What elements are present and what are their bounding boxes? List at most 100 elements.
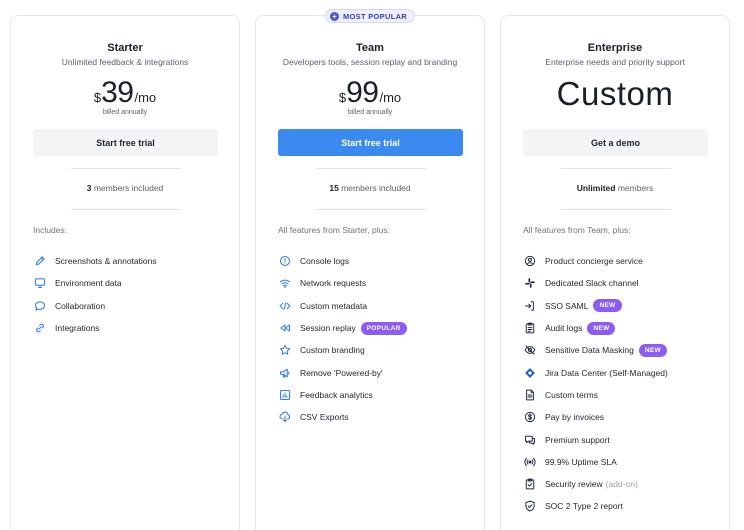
shield-check-icon — [523, 500, 536, 513]
plan-description: Developers tools, session replay and bra… — [282, 57, 458, 67]
pencil-icon — [33, 255, 46, 268]
feature-label: Remove 'Powered-by' — [300, 367, 383, 378]
addon-note: (add-on) — [605, 479, 638, 490]
includes-label: All features from Starter, plus: — [278, 225, 390, 235]
megaphone-icon — [278, 366, 291, 379]
feature-item: Integrations — [33, 317, 231, 339]
plan-price: $ 99 /mo — [256, 76, 484, 110]
price-amount: 39 — [101, 76, 134, 109]
feature-item: 99.9% Uptime SLA — [523, 451, 721, 473]
cloud-download-icon — [278, 411, 291, 424]
feature-item: Network requests — [278, 272, 476, 294]
feature-item: Product concierge service — [523, 250, 721, 272]
dollar-circle-icon — [523, 411, 536, 424]
feature-item: Sensitive Data Masking NEW — [523, 339, 721, 361]
feature-label: Jira Data Center (Self-Managed) — [545, 367, 668, 378]
includes-label: Includes: — [33, 225, 68, 235]
divider — [561, 168, 671, 169]
billing-note: billed annually — [102, 109, 148, 116]
feature-item: Custom branding — [278, 339, 476, 361]
popular-tag: POPULAR — [360, 321, 407, 335]
bar-chart-icon — [278, 388, 291, 401]
feature-label: Custom branding — [300, 345, 365, 356]
feature-label: Console logs — [300, 256, 350, 267]
plan-description: Unlimited feedback & integrations — [61, 57, 189, 67]
feature-label: Environment data — [55, 278, 122, 289]
feature-list: Console logs Network requests Custom met… — [278, 250, 476, 428]
price-currency: $ — [338, 90, 347, 105]
most-popular-badge: MOST POPULAR — [324, 9, 416, 23]
feature-item: Audit logs NEW — [523, 317, 721, 339]
feature-item: Environment data — [33, 272, 231, 294]
start-free-trial-button[interactable]: Start free trial — [33, 129, 218, 156]
feature-label: Sensitive Data Masking — [545, 345, 634, 356]
plan-card-starter: Starter Unlimited feedback & integration… — [10, 15, 240, 530]
feature-item: SOC 2 Type 2 report — [523, 495, 721, 517]
custom-price: Custom — [556, 75, 674, 112]
info-circle-icon — [278, 255, 291, 268]
feature-label: Security review — [545, 479, 603, 490]
feature-label: Product concierge service — [545, 256, 643, 267]
feature-label: Custom terms — [545, 389, 598, 400]
plan-card-enterprise: Enterprise Enterprise needs and priority… — [500, 15, 730, 530]
feature-label: Pay by invoices — [545, 412, 605, 423]
feature-item: Session replay POPULAR — [278, 317, 476, 339]
get-a-demo-button[interactable]: Get a demo — [523, 129, 708, 156]
user-circle-icon — [523, 255, 536, 268]
feature-label: CSV Exports — [300, 412, 349, 423]
new-tag: NEW — [587, 321, 616, 335]
price-amount: 99 — [346, 76, 379, 109]
feature-item: Collaboration — [33, 295, 231, 317]
feature-item: Console logs — [278, 250, 476, 272]
plan-name: Starter — [107, 42, 143, 54]
feature-label: Premium support — [545, 434, 610, 445]
price-period: /mo — [379, 90, 402, 105]
feature-label: Integrations — [55, 323, 100, 334]
divider — [316, 168, 426, 169]
members-count: Unlimited — [576, 183, 616, 193]
feature-item: Jira Data Center (Self-Managed) — [523, 361, 721, 383]
feature-item: Pay by invoices — [523, 406, 721, 428]
price-period: /mo — [134, 90, 157, 105]
chat-bubble-icon — [33, 299, 46, 312]
feature-label: 99.9% Uptime SLA — [545, 456, 617, 467]
divider — [71, 209, 181, 210]
slack-icon — [523, 277, 536, 290]
members-included: 3 members included — [11, 183, 239, 193]
feature-list: Product concierge service Dedicated Slac… — [523, 250, 721, 518]
members-text: members — [617, 183, 654, 193]
link-icon — [33, 322, 46, 335]
plan-card-team: MOST POPULAR Team Developers tools, sess… — [255, 9, 485, 530]
feature-item: SSO SAML NEW — [523, 295, 721, 317]
start-free-trial-button[interactable]: Start free trial — [278, 129, 463, 156]
document-icon — [523, 388, 536, 401]
plan-price: $ 39 /mo — [11, 76, 239, 110]
feature-label: Screenshots & annotations — [55, 256, 157, 267]
feature-list: Screenshots & annotations Environment da… — [33, 250, 231, 339]
feature-item: Custom terms — [523, 384, 721, 406]
jira-icon — [523, 366, 536, 379]
feature-label: Dedicated Slack channel — [545, 278, 639, 289]
feature-item: Dedicated Slack channel — [523, 272, 721, 294]
feature-label: Network requests — [300, 278, 367, 289]
eye-off-icon — [523, 344, 536, 357]
clipboard-check-icon — [523, 478, 536, 491]
members-included: 15 members included — [256, 183, 484, 193]
feature-item: Screenshots & annotations — [33, 250, 231, 272]
billing-note: billed annually — [347, 109, 393, 116]
members-text: members included — [341, 183, 411, 193]
plan-description: Enterprise needs and priority support — [545, 57, 685, 67]
plan-name: Enterprise — [587, 42, 643, 54]
feature-label: Session replay — [300, 323, 356, 334]
divider — [316, 209, 426, 210]
feature-label: Custom metadata — [300, 300, 368, 311]
feature-label: Feedback analytics — [300, 389, 373, 400]
star-icon — [278, 344, 291, 357]
feature-item: Custom metadata — [278, 295, 476, 317]
members-included: Unlimited members — [501, 183, 729, 193]
members-count: 15 — [329, 183, 339, 193]
members-text: members included — [93, 183, 164, 193]
code-icon — [278, 299, 291, 312]
sign-in-icon — [523, 299, 536, 312]
feature-item: Premium support — [523, 428, 721, 450]
